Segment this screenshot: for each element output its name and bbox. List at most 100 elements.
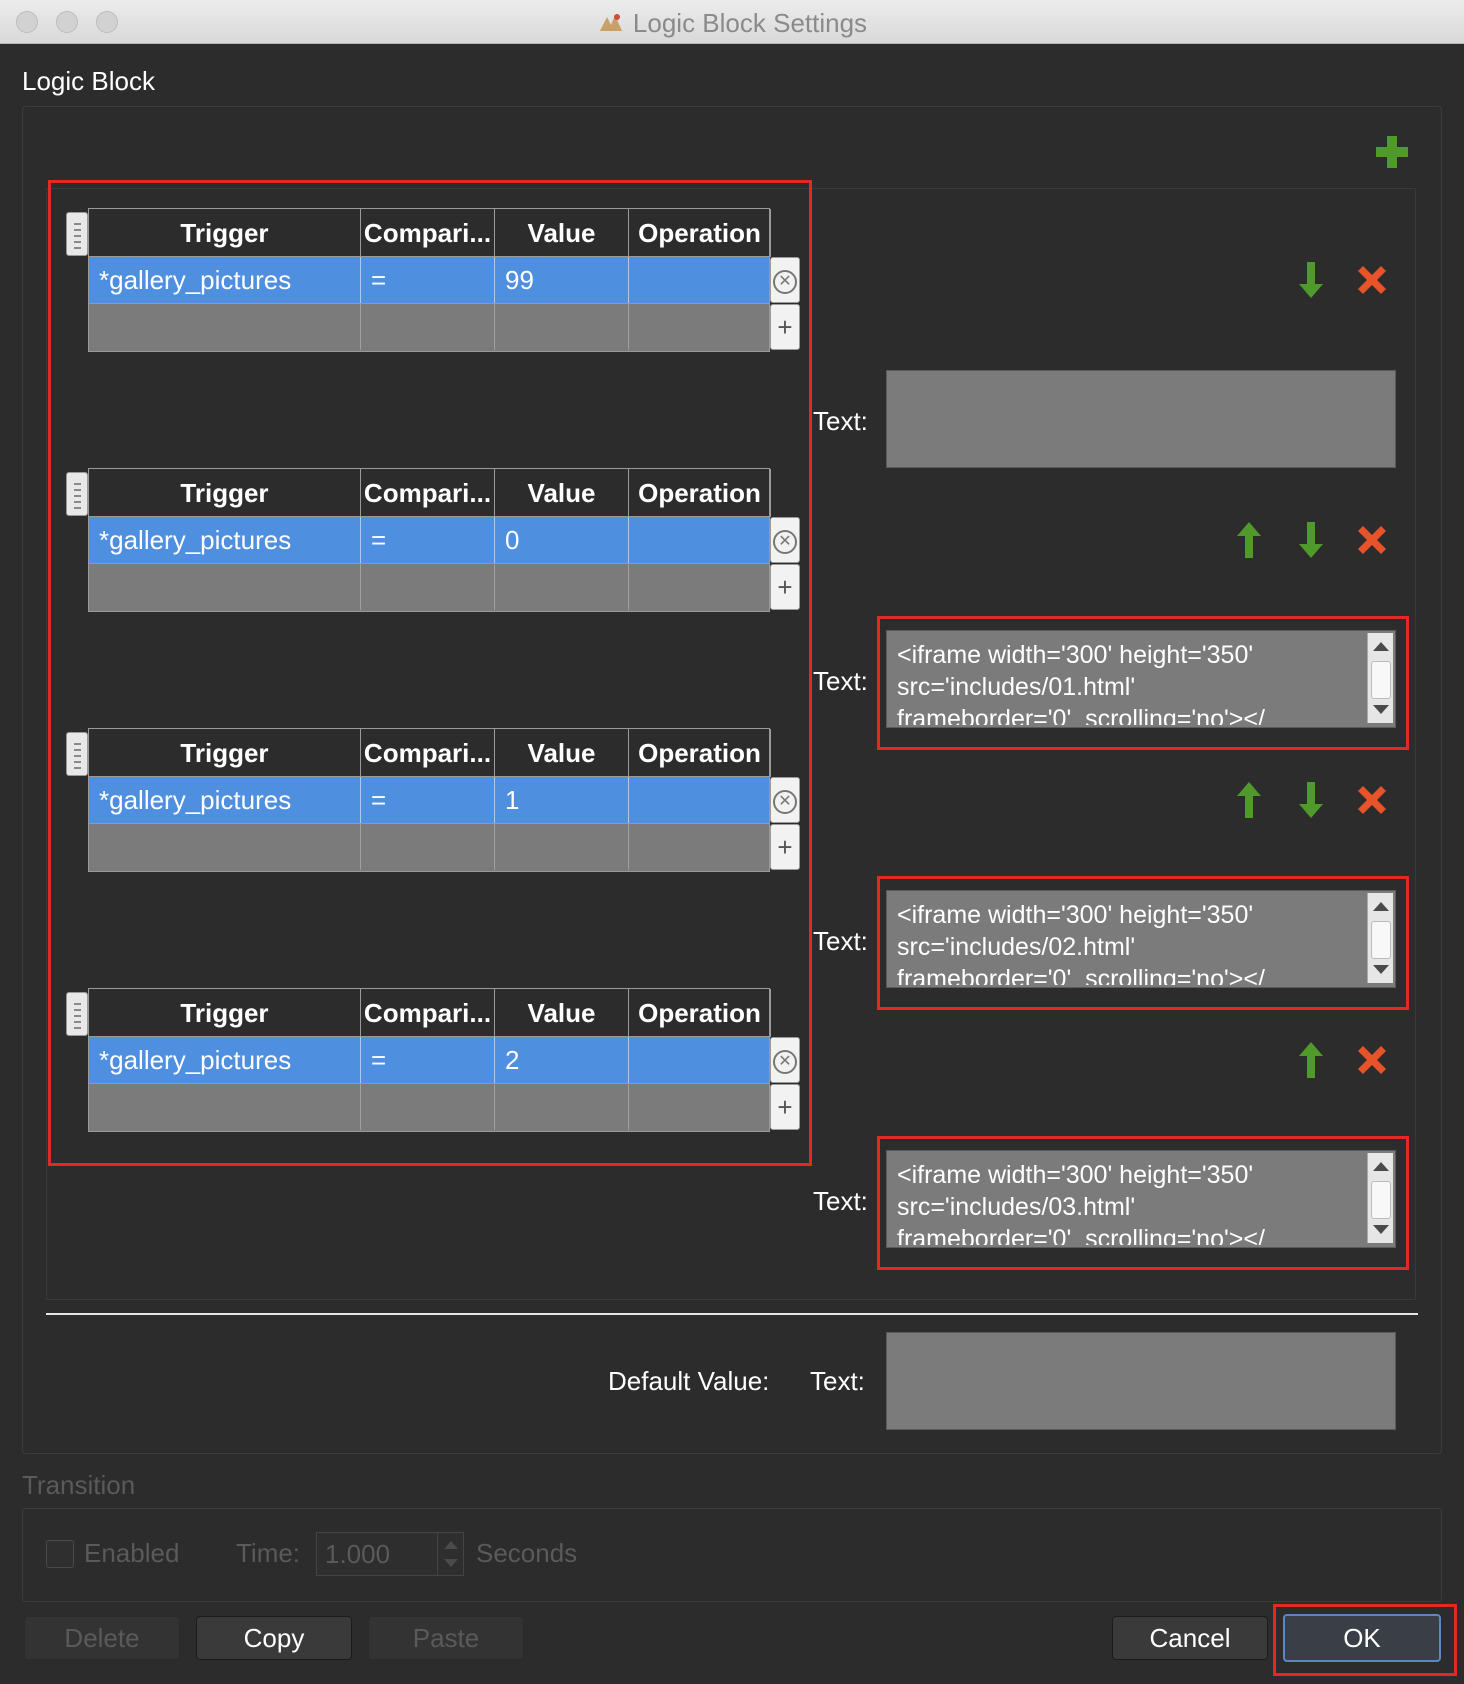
comparison-cell[interactable]: =: [361, 777, 495, 823]
empty-cell[interactable]: [89, 304, 361, 350]
trigger-cell[interactable]: *gallery_pictures: [89, 1037, 361, 1083]
empty-cell[interactable]: [89, 1084, 361, 1130]
transition-section-title: Transition: [22, 1470, 136, 1500]
comparison-header[interactable]: Compari...: [361, 469, 495, 517]
empty-table-row[interactable]: [88, 1084, 770, 1132]
add-row-button[interactable]: +: [770, 304, 800, 350]
remove-row-button[interactable]: ✕: [770, 777, 800, 823]
empty-cell[interactable]: [361, 1084, 495, 1130]
empty-cell[interactable]: [629, 1084, 769, 1130]
trigger-cell[interactable]: *gallery_pictures: [89, 517, 361, 563]
row-drag-handle[interactable]: [66, 472, 88, 516]
operation-header[interactable]: Operation: [629, 989, 771, 1037]
time-stepper[interactable]: [437, 1533, 463, 1575]
empty-cell[interactable]: [495, 824, 629, 870]
operation-cell[interactable]: [629, 777, 769, 823]
delete-condition-icon[interactable]: [1354, 782, 1390, 818]
comparison-header[interactable]: Compari...: [361, 209, 495, 257]
empty-cell[interactable]: [361, 824, 495, 870]
delete-condition-icon[interactable]: [1354, 1042, 1390, 1078]
step-down-icon[interactable]: [444, 1559, 458, 1567]
plus-icon: +: [777, 832, 793, 862]
trigger-header[interactable]: Trigger: [89, 729, 361, 777]
trigger-cell[interactable]: *gallery_pictures: [89, 777, 361, 823]
comparison-cell[interactable]: =: [361, 257, 495, 303]
table-row[interactable]: *gallery_pictures = 99: [88, 256, 770, 304]
value-header[interactable]: Value: [495, 209, 629, 257]
delete-condition-icon[interactable]: [1354, 262, 1390, 298]
empty-cell[interactable]: [495, 564, 629, 610]
comparison-cell[interactable]: =: [361, 517, 495, 563]
remove-row-button[interactable]: ✕: [770, 1037, 800, 1083]
value-cell[interactable]: 1: [495, 777, 629, 823]
move-up-icon[interactable]: [1234, 780, 1264, 820]
time-spinbox[interactable]: 1.000: [316, 1532, 464, 1576]
add-row-button[interactable]: +: [770, 1084, 800, 1130]
cancel-button[interactable]: Cancel: [1112, 1616, 1268, 1660]
trigger-header[interactable]: Trigger: [89, 209, 361, 257]
operation-cell[interactable]: [629, 517, 769, 563]
value-header[interactable]: Value: [495, 469, 629, 517]
table-row[interactable]: *gallery_pictures = 1: [88, 776, 770, 824]
trigger-cell[interactable]: *gallery_pictures: [89, 257, 361, 303]
step-up-icon[interactable]: [444, 1541, 458, 1549]
comparison-cell[interactable]: =: [361, 1037, 495, 1083]
empty-table-row[interactable]: [88, 564, 770, 612]
remove-row-button[interactable]: ✕: [770, 517, 800, 563]
condition-text-field[interactable]: [886, 370, 1396, 468]
trigger-header[interactable]: Trigger: [89, 989, 361, 1037]
value-cell[interactable]: 0: [495, 517, 629, 563]
comparison-header[interactable]: Compari...: [361, 989, 495, 1037]
trigger-header[interactable]: Trigger: [89, 469, 361, 517]
empty-cell[interactable]: [629, 304, 769, 350]
row-drag-handle[interactable]: [66, 732, 88, 776]
table-row[interactable]: *gallery_pictures = 0: [88, 516, 770, 564]
operation-header[interactable]: Operation: [629, 209, 771, 257]
default-text-field[interactable]: [886, 1332, 1396, 1430]
condition-text-label: Text:: [813, 926, 868, 956]
empty-cell[interactable]: [495, 1084, 629, 1130]
empty-cell[interactable]: [361, 564, 495, 610]
operation-cell[interactable]: [629, 1037, 769, 1083]
table-header-row: Trigger Compari... Value Operation: [88, 208, 771, 257]
operation-header[interactable]: Operation: [629, 469, 771, 517]
empty-table-row[interactable]: [88, 824, 770, 872]
value-cell[interactable]: 2: [495, 1037, 629, 1083]
empty-cell[interactable]: [89, 564, 361, 610]
default-text-label: Text:: [810, 1366, 865, 1396]
move-down-icon[interactable]: [1296, 520, 1326, 560]
delete-condition-icon[interactable]: [1354, 522, 1390, 558]
row-drag-handle[interactable]: [66, 212, 88, 256]
enabled-checkbox[interactable]: [46, 1540, 74, 1568]
add-condition-button[interactable]: [1374, 134, 1410, 170]
value-header[interactable]: Value: [495, 989, 629, 1037]
table-header-row: Trigger Compari... Value Operation: [88, 728, 771, 777]
empty-cell[interactable]: [495, 304, 629, 350]
separator: [46, 1313, 1418, 1315]
window-title: Logic Block Settings: [0, 8, 1464, 39]
default-value-label: Default Value:: [608, 1366, 770, 1396]
paste-button[interactable]: Paste: [368, 1616, 524, 1660]
value-header[interactable]: Value: [495, 729, 629, 777]
remove-row-button[interactable]: ✕: [770, 257, 800, 303]
value-cell[interactable]: 99: [495, 257, 629, 303]
empty-cell[interactable]: [629, 824, 769, 870]
time-value: 1.000: [325, 1539, 391, 1569]
move-up-icon[interactable]: [1296, 1040, 1326, 1080]
move-down-icon[interactable]: [1296, 260, 1326, 300]
add-row-button[interactable]: +: [770, 564, 800, 610]
operation-cell[interactable]: [629, 257, 769, 303]
empty-cell[interactable]: [361, 304, 495, 350]
operation-header[interactable]: Operation: [629, 729, 771, 777]
move-down-icon[interactable]: [1296, 780, 1326, 820]
delete-button[interactable]: Delete: [24, 1616, 180, 1660]
table-row[interactable]: *gallery_pictures = 2: [88, 1036, 770, 1084]
add-row-button[interactable]: +: [770, 824, 800, 870]
comparison-header[interactable]: Compari...: [361, 729, 495, 777]
move-up-icon[interactable]: [1234, 520, 1264, 560]
row-drag-handle[interactable]: [66, 992, 88, 1036]
empty-table-row[interactable]: [88, 304, 770, 352]
empty-cell[interactable]: [89, 824, 361, 870]
copy-button[interactable]: Copy: [196, 1616, 352, 1660]
empty-cell[interactable]: [629, 564, 769, 610]
